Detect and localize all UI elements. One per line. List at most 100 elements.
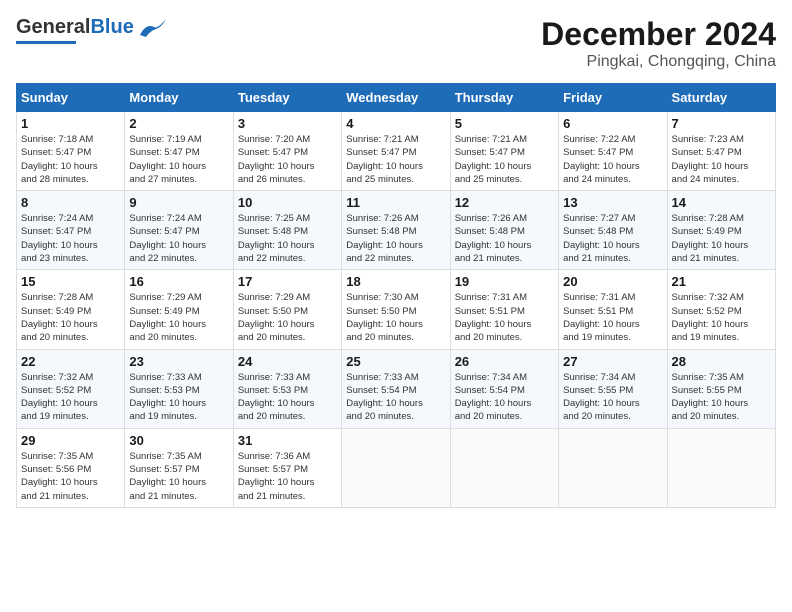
calendar-day-cell: 22Sunrise: 7:32 AMSunset: 5:52 PMDayligh…	[17, 349, 125, 428]
day-number: 30	[129, 433, 228, 448]
day-number: 25	[346, 354, 445, 369]
day-info: Sunrise: 7:36 AMSunset: 5:57 PMDaylight:…	[238, 450, 337, 503]
day-info: Sunrise: 7:20 AMSunset: 5:47 PMDaylight:…	[238, 133, 337, 186]
calendar-day-cell: 25Sunrise: 7:33 AMSunset: 5:54 PMDayligh…	[342, 349, 450, 428]
day-info: Sunrise: 7:24 AMSunset: 5:47 PMDaylight:…	[21, 212, 120, 265]
day-number: 8	[21, 195, 120, 210]
logo-underline	[16, 41, 76, 44]
day-number: 7	[672, 116, 771, 131]
calendar-day-cell: 18 Sunrise: 7:30 AMSunset: 5:50 PMDayligh…	[342, 270, 450, 349]
calendar-day-cell: 20 Sunrise: 7:31 AMSunset: 5:51 PMDayligh…	[559, 270, 667, 349]
day-number: 18	[346, 274, 445, 289]
calendar-day-cell: 5 Sunrise: 7:21 AMSunset: 5:47 PMDaylight…	[450, 112, 558, 191]
day-number: 21	[672, 274, 771, 289]
page-title: December 2024	[541, 16, 776, 53]
day-info: Sunrise: 7:18 AMSunset: 5:47 PMDaylight:…	[21, 133, 120, 186]
calendar-day-cell: 16 Sunrise: 7:29 AMSunset: 5:49 PMDayligh…	[125, 270, 233, 349]
calendar-day-cell: 14Sunrise: 7:28 AMSunset: 5:49 PMDayligh…	[667, 191, 775, 270]
day-number: 28	[672, 354, 771, 369]
day-number: 17	[238, 274, 337, 289]
calendar-day-cell	[450, 428, 558, 507]
calendar-day-cell: 7 Sunrise: 7:23 AMSunset: 5:47 PMDaylight…	[667, 112, 775, 191]
logo: GeneralBlue	[16, 16, 168, 44]
calendar-day-cell: 6Sunrise: 7:22 AMSunset: 5:47 PMDaylight…	[559, 112, 667, 191]
day-number: 16	[129, 274, 228, 289]
calendar-day-cell: 9Sunrise: 7:24 AMSunset: 5:47 PMDaylight…	[125, 191, 233, 270]
day-number: 4	[346, 116, 445, 131]
header: GeneralBlue December 2024 Pingkai, Chong…	[16, 16, 776, 71]
calendar-day-cell	[667, 428, 775, 507]
day-number: 27	[563, 354, 662, 369]
day-info: Sunrise: 7:32 AMSunset: 5:52 PMDaylight:…	[21, 371, 120, 424]
day-info: Sunrise: 7:26 AMSunset: 5:48 PMDaylight:…	[346, 212, 445, 265]
calendar-day-cell: 26 Sunrise: 7:34 AMSunset: 5:54 PMDayligh…	[450, 349, 558, 428]
day-number: 26	[455, 354, 554, 369]
day-info: Sunrise: 7:23 AMSunset: 5:47 PMDaylight:…	[672, 133, 771, 186]
calendar-week-row: 1 Sunrise: 7:18 AMSunset: 5:47 PMDaylight…	[17, 112, 776, 191]
day-info: Sunrise: 7:21 AMSunset: 5:47 PMDaylight:…	[455, 133, 554, 186]
calendar-day-cell: 19 Sunrise: 7:31 AMSunset: 5:51 PMDayligh…	[450, 270, 558, 349]
calendar-week-row: 29 Sunrise: 7:35 AMSunset: 5:56 PMDayligh…	[17, 428, 776, 507]
day-info: Sunrise: 7:21 AMSunset: 5:47 PMDaylight:…	[346, 133, 445, 186]
calendar-day-cell: 4 Sunrise: 7:21 AMSunset: 5:47 PMDaylight…	[342, 112, 450, 191]
calendar-day-header: Monday	[125, 84, 233, 112]
calendar-table: SundayMondayTuesdayWednesdayThursdayFrid…	[16, 83, 776, 508]
day-number: 9	[129, 195, 228, 210]
calendar-day-cell: 13Sunrise: 7:27 AMSunset: 5:48 PMDayligh…	[559, 191, 667, 270]
page-subtitle: Pingkai, Chongqing, China	[541, 53, 776, 71]
title-area: December 2024 Pingkai, Chongqing, China	[541, 16, 776, 71]
day-number: 24	[238, 354, 337, 369]
logo-blue-text: Blue	[90, 16, 133, 38]
calendar-day-cell: 21Sunrise: 7:32 AMSunset: 5:52 PMDayligh…	[667, 270, 775, 349]
day-info: Sunrise: 7:33 AMSunset: 5:53 PMDaylight:…	[238, 371, 337, 424]
calendar-day-header: Tuesday	[233, 84, 341, 112]
day-info: Sunrise: 7:31 AMSunset: 5:51 PMDaylight:…	[563, 291, 662, 344]
calendar-day-cell: 23Sunrise: 7:33 AMSunset: 5:53 PMDayligh…	[125, 349, 233, 428]
calendar-day-cell: 17 Sunrise: 7:29 AMSunset: 5:50 PMDayligh…	[233, 270, 341, 349]
day-info: Sunrise: 7:35 AMSunset: 5:55 PMDaylight:…	[672, 371, 771, 424]
day-info: Sunrise: 7:29 AMSunset: 5:49 PMDaylight:…	[129, 291, 228, 344]
calendar-day-header: Saturday	[667, 84, 775, 112]
calendar-day-header: Friday	[559, 84, 667, 112]
day-number: 1	[21, 116, 120, 131]
calendar-day-cell: 2 Sunrise: 7:19 AMSunset: 5:47 PMDaylight…	[125, 112, 233, 191]
calendar-day-cell: 12 Sunrise: 7:26 AMSunset: 5:48 PMDayligh…	[450, 191, 558, 270]
calendar-day-cell	[342, 428, 450, 507]
day-info: Sunrise: 7:28 AMSunset: 5:49 PMDaylight:…	[672, 212, 771, 265]
day-info: Sunrise: 7:34 AMSunset: 5:54 PMDaylight:…	[455, 371, 554, 424]
day-number: 20	[563, 274, 662, 289]
calendar-week-row: 22Sunrise: 7:32 AMSunset: 5:52 PMDayligh…	[17, 349, 776, 428]
day-number: 29	[21, 433, 120, 448]
day-info: Sunrise: 7:28 AMSunset: 5:49 PMDaylight:…	[21, 291, 120, 344]
calendar-day-header: Sunday	[17, 84, 125, 112]
calendar-header-row: SundayMondayTuesdayWednesdayThursdayFrid…	[17, 84, 776, 112]
day-number: 2	[129, 116, 228, 131]
day-number: 11	[346, 195, 445, 210]
calendar-day-cell: 1 Sunrise: 7:18 AMSunset: 5:47 PMDaylight…	[17, 112, 125, 191]
day-number: 12	[455, 195, 554, 210]
day-info: Sunrise: 7:30 AMSunset: 5:50 PMDaylight:…	[346, 291, 445, 344]
day-info: Sunrise: 7:33 AMSunset: 5:53 PMDaylight:…	[129, 371, 228, 424]
day-info: Sunrise: 7:29 AMSunset: 5:50 PMDaylight:…	[238, 291, 337, 344]
day-info: Sunrise: 7:34 AMSunset: 5:55 PMDaylight:…	[563, 371, 662, 424]
day-number: 15	[21, 274, 120, 289]
calendar-day-cell: 8 Sunrise: 7:24 AMSunset: 5:47 PMDaylight…	[17, 191, 125, 270]
day-info: Sunrise: 7:31 AMSunset: 5:51 PMDaylight:…	[455, 291, 554, 344]
calendar-day-cell: 28 Sunrise: 7:35 AMSunset: 5:55 PMDayligh…	[667, 349, 775, 428]
calendar-day-cell: 15 Sunrise: 7:28 AMSunset: 5:49 PMDayligh…	[17, 270, 125, 349]
calendar-day-cell: 10Sunrise: 7:25 AMSunset: 5:48 PMDayligh…	[233, 191, 341, 270]
day-info: Sunrise: 7:19 AMSunset: 5:47 PMDaylight:…	[129, 133, 228, 186]
day-info: Sunrise: 7:26 AMSunset: 5:48 PMDaylight:…	[455, 212, 554, 265]
calendar-day-cell: 27 Sunrise: 7:34 AMSunset: 5:55 PMDayligh…	[559, 349, 667, 428]
day-number: 19	[455, 274, 554, 289]
day-number: 5	[455, 116, 554, 131]
calendar-day-cell: 30Sunrise: 7:35 AMSunset: 5:57 PMDayligh…	[125, 428, 233, 507]
calendar-day-cell	[559, 428, 667, 507]
bird-icon	[138, 17, 168, 39]
calendar-week-row: 8 Sunrise: 7:24 AMSunset: 5:47 PMDaylight…	[17, 191, 776, 270]
calendar-day-cell: 11 Sunrise: 7:26 AMSunset: 5:48 PMDayligh…	[342, 191, 450, 270]
calendar-day-cell: 31Sunrise: 7:36 AMSunset: 5:57 PMDayligh…	[233, 428, 341, 507]
day-info: Sunrise: 7:35 AMSunset: 5:56 PMDaylight:…	[21, 450, 120, 503]
day-info: Sunrise: 7:25 AMSunset: 5:48 PMDaylight:…	[238, 212, 337, 265]
day-number: 6	[563, 116, 662, 131]
